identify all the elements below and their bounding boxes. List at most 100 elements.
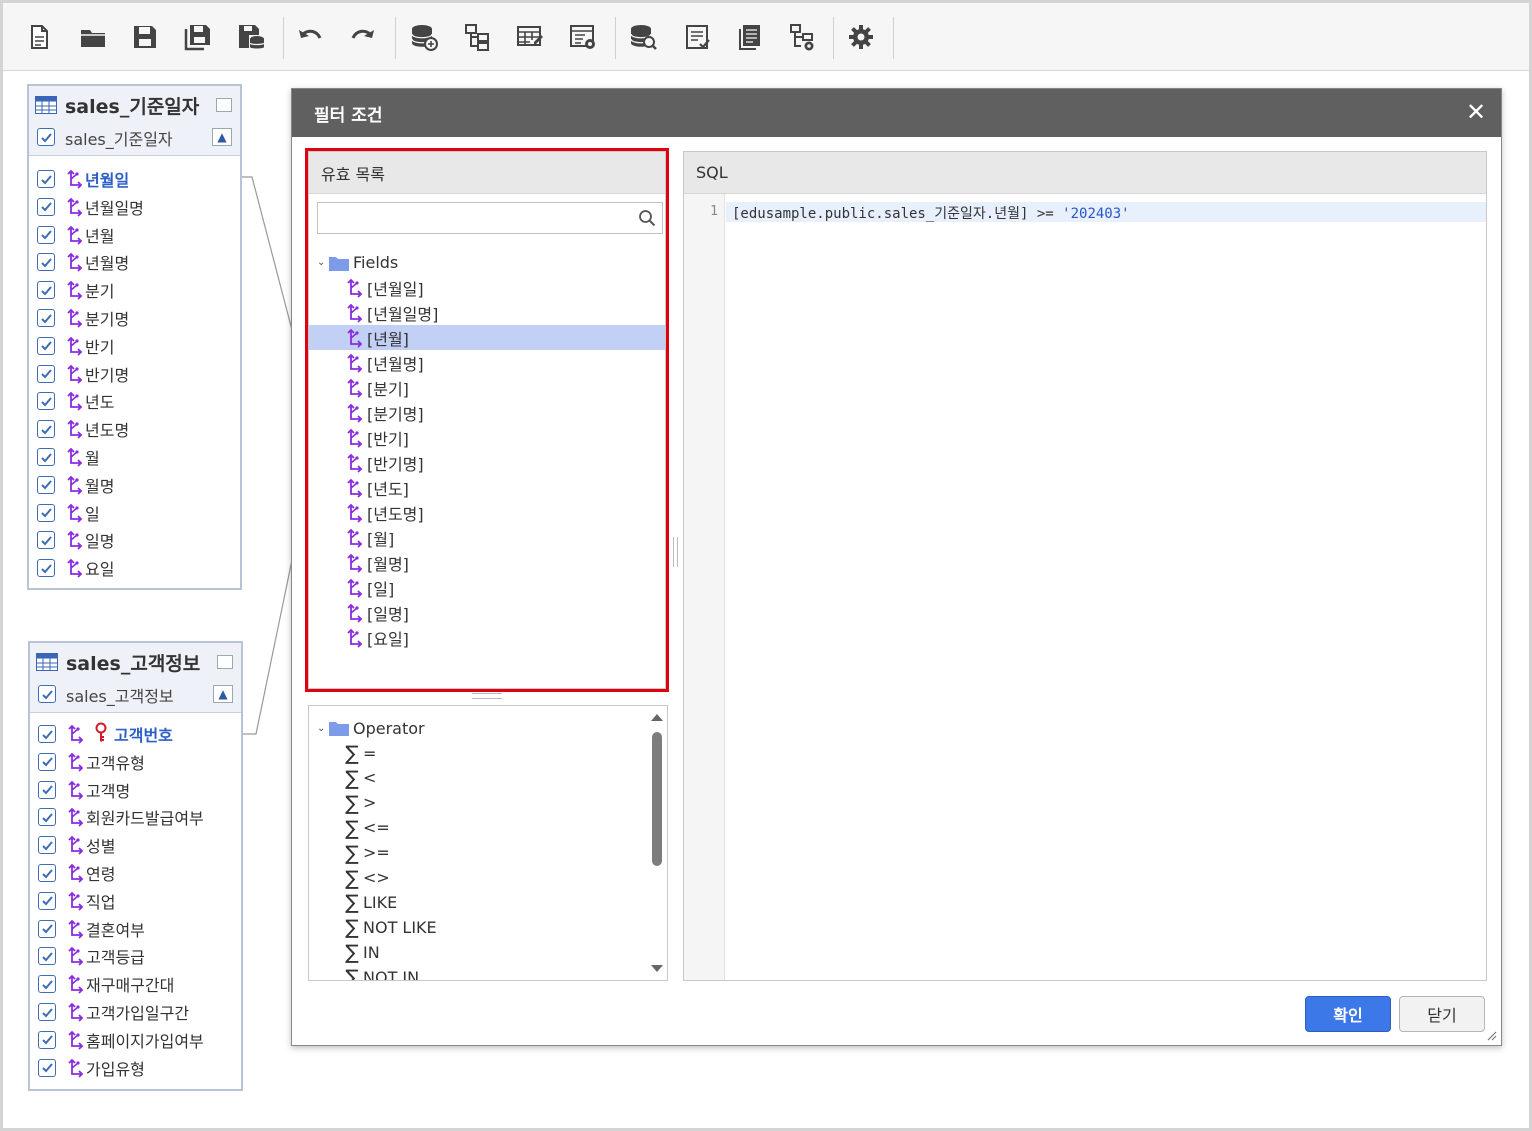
save-as-icon[interactable] <box>180 19 216 55</box>
field-row[interactable]: 고객명 <box>38 779 130 801</box>
datasource-icon[interactable] <box>406 19 442 55</box>
table-edit-icon[interactable] <box>512 19 548 55</box>
field-checkbox[interactable] <box>37 531 55 550</box>
redo-icon[interactable] <box>345 19 381 55</box>
field-row[interactable]: 년월일명 <box>37 196 144 218</box>
table-checkbox[interactable] <box>38 685 56 703</box>
field-row[interactable]: 직업 <box>38 890 115 912</box>
field-checkbox[interactable] <box>37 364 55 383</box>
field-item[interactable]: [년월일명] <box>309 300 665 325</box>
field-checkbox[interactable] <box>37 559 55 578</box>
field-row[interactable]: 가입유형 <box>38 1057 145 1079</box>
operator-item[interactable]: ∑ = <box>309 741 376 765</box>
field-checkbox[interactable] <box>37 197 55 216</box>
field-row[interactable]: 월명 <box>37 474 114 496</box>
field-row[interactable]: 년월일 <box>37 168 129 190</box>
new-document-icon[interactable] <box>21 19 57 55</box>
field-item[interactable]: [년월] <box>309 325 665 351</box>
field-checkbox[interactable] <box>37 225 55 244</box>
field-row[interactable]: 결혼여부 <box>38 918 145 940</box>
field-checkbox[interactable] <box>38 1030 56 1049</box>
search-input[interactable] <box>324 203 624 231</box>
field-row[interactable]: 분기 <box>37 279 114 301</box>
tree-settings-icon[interactable] <box>784 19 820 55</box>
field-checkbox[interactable] <box>37 309 55 327</box>
horizontal-splitter[interactable] <box>472 693 502 699</box>
scrollbar[interactable] <box>649 706 665 980</box>
collapse-icon[interactable]: ▲ <box>213 685 233 703</box>
undo-icon[interactable] <box>292 19 328 55</box>
operator-item[interactable]: ∑ NOT IN <box>309 965 419 980</box>
field-row[interactable]: 일 <box>37 502 100 524</box>
field-checkbox[interactable] <box>38 752 56 771</box>
field-item[interactable]: [일] <box>309 576 665 601</box>
field-checkbox[interactable] <box>37 475 55 494</box>
field-row[interactable]: 고객유형 <box>38 751 145 773</box>
scroll-thumb[interactable] <box>652 732 662 866</box>
operator-item[interactable]: ∑ >= <box>309 841 390 865</box>
field-row[interactable]: 분기명 <box>37 307 129 329</box>
field-row[interactable]: 고객번호 <box>38 722 173 745</box>
close-button[interactable]: 닫기 <box>1399 996 1485 1032</box>
operator-item[interactable]: ∑ <= <box>309 816 390 840</box>
field-checkbox[interactable] <box>37 253 55 272</box>
field-checkbox[interactable] <box>38 808 56 827</box>
operator-item[interactable]: ∑ > <box>309 791 376 815</box>
field-row[interactable]: 홈페이지가입여부 <box>38 1029 204 1051</box>
operator-item[interactable]: ∑ NOT LIKE <box>309 915 436 939</box>
field-row[interactable]: 반기명 <box>37 363 129 385</box>
field-checkbox[interactable] <box>37 170 55 188</box>
scroll-down-icon[interactable] <box>651 965 663 972</box>
field-checkbox[interactable] <box>38 975 56 994</box>
field-item[interactable]: [요일] <box>309 626 665 651</box>
sql-editor[interactable]: [edusample.public.sales_기준일자.년월] >= '202… <box>732 203 1130 223</box>
collapse-icon[interactable]: ▲ <box>212 128 232 146</box>
field-row[interactable]: 재구매구간대 <box>38 973 174 995</box>
resize-grip-icon[interactable] <box>1485 1029 1497 1041</box>
field-row[interactable]: 연령 <box>38 862 115 884</box>
field-checkbox[interactable] <box>38 947 56 966</box>
vertical-splitter[interactable] <box>673 537 678 567</box>
close-icon[interactable]: ✕ <box>1463 99 1489 125</box>
operator-item[interactable]: ∑ <> <box>309 866 390 890</box>
field-checkbox[interactable] <box>38 725 56 743</box>
field-item[interactable]: [반기] <box>309 425 665 450</box>
field-checkbox[interactable] <box>37 448 55 466</box>
field-checkbox[interactable] <box>38 836 56 855</box>
ok-button[interactable]: 확인 <box>1305 996 1391 1032</box>
field-checkbox[interactable] <box>38 780 56 799</box>
field-checkbox[interactable] <box>37 420 55 439</box>
operator-item[interactable]: ∑ LIKE <box>309 890 397 914</box>
field-row[interactable]: 고객가입일구간 <box>38 1001 189 1023</box>
field-item[interactable]: [년도] <box>309 475 665 500</box>
field-item[interactable]: [반기명] <box>309 450 665 475</box>
field-item[interactable]: [월] <box>309 526 665 551</box>
field-row[interactable]: 년월명 <box>37 251 129 273</box>
field-row[interactable]: 성별 <box>38 834 115 856</box>
field-row[interactable]: 고객등급 <box>38 945 145 967</box>
field-item[interactable]: [월명] <box>309 551 665 576</box>
field-checkbox[interactable] <box>37 392 55 411</box>
db-search-icon[interactable] <box>625 19 661 55</box>
field-checkbox[interactable] <box>37 336 55 355</box>
operator-item[interactable]: ∑ < <box>309 766 376 790</box>
field-item[interactable]: [년월명] <box>309 350 665 375</box>
fields-folder[interactable]: ⌄ Fields <box>309 250 665 275</box>
operator-folder[interactable]: ⌄ Operator <box>309 716 425 740</box>
open-folder-icon[interactable] <box>75 19 111 55</box>
field-item[interactable]: [일명] <box>309 601 665 626</box>
field-checkbox[interactable] <box>38 919 56 938</box>
gear-icon[interactable] <box>843 19 879 55</box>
chevron-down-icon[interactable]: ⌄ <box>317 257 329 268</box>
field-checkbox[interactable] <box>37 503 55 522</box>
search-icon[interactable] <box>638 209 656 227</box>
table-box-date[interactable]: sales_기준일자 sales_기준일자 ▲ 년월일 년월일명 년월 년월명 분기 분기… <box>27 84 242 590</box>
field-item[interactable]: [분기명] <box>309 400 665 425</box>
field-item[interactable]: [분기] <box>309 375 665 400</box>
report-icon[interactable] <box>732 19 768 55</box>
save-db-icon[interactable] <box>233 19 269 55</box>
field-checkbox[interactable] <box>37 281 55 300</box>
operator-item[interactable]: ∑ IN <box>309 940 379 964</box>
field-row[interactable]: 년도 <box>37 390 114 412</box>
field-row[interactable]: 년도명 <box>37 418 129 440</box>
